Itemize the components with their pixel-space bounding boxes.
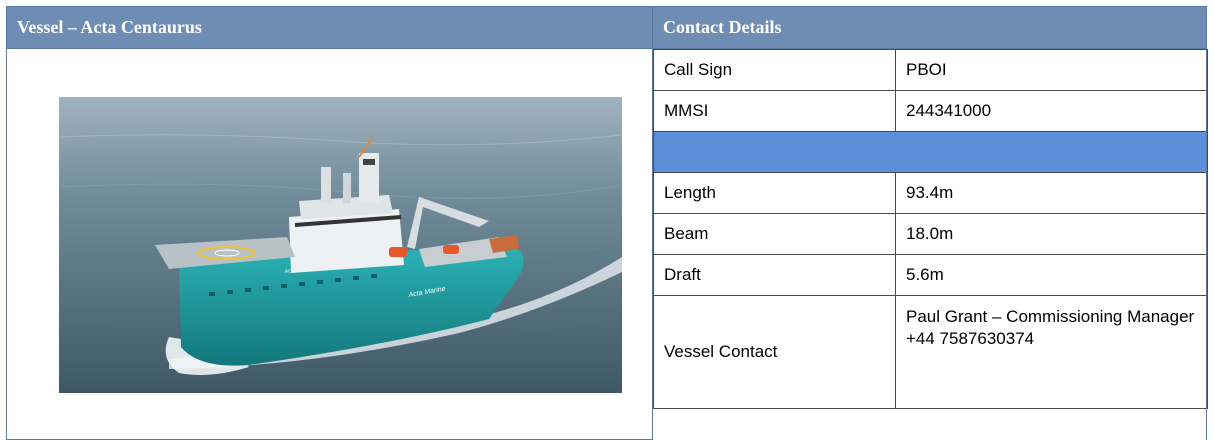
contact-details-header: Contact Details xyxy=(652,6,1207,49)
contact-details-cell: Call Sign PBOI MMSI 244341000 Length 93.… xyxy=(652,48,1208,440)
table-row: Call Sign PBOI xyxy=(653,49,1208,91)
table-row: Beam 18.0m xyxy=(653,213,1208,255)
table-row: MMSI 244341000 xyxy=(653,90,1208,132)
mmsi-label: MMSI xyxy=(653,90,896,132)
table-row: Length 93.4m xyxy=(653,172,1208,214)
length-label: Length xyxy=(653,172,896,214)
draft-value: 5.6m xyxy=(895,254,1208,296)
vessel-header: Vessel – Acta Centaurus xyxy=(6,6,653,49)
vessel-photo: ACTA CENTAURUS Acta Marine xyxy=(59,97,622,393)
draft-label: Draft xyxy=(653,254,896,296)
beam-value: 18.0m xyxy=(895,213,1208,255)
call-sign-value: PBOI xyxy=(895,49,1208,91)
call-sign-label: Call Sign xyxy=(653,49,896,91)
beam-label: Beam xyxy=(653,213,896,255)
contact-details-table: Call Sign PBOI MMSI 244341000 Length 93.… xyxy=(653,49,1208,409)
length-value: 93.4m xyxy=(895,172,1208,214)
mmsi-value: 244341000 xyxy=(895,90,1208,132)
vessel-info-panel: Vessel – Acta Centaurus Contact Details … xyxy=(6,6,1208,440)
table-row: Draft 5.6m xyxy=(653,254,1208,296)
vessel-contact-value: Paul Grant – Commissioning Manager +44 7… xyxy=(895,295,1208,409)
table-row: Vessel Contact Paul Grant – Commissionin… xyxy=(653,295,1208,409)
separator-row xyxy=(653,131,1208,173)
vessel-contact-label: Vessel Contact xyxy=(653,295,896,409)
separator-cell xyxy=(653,131,1208,173)
